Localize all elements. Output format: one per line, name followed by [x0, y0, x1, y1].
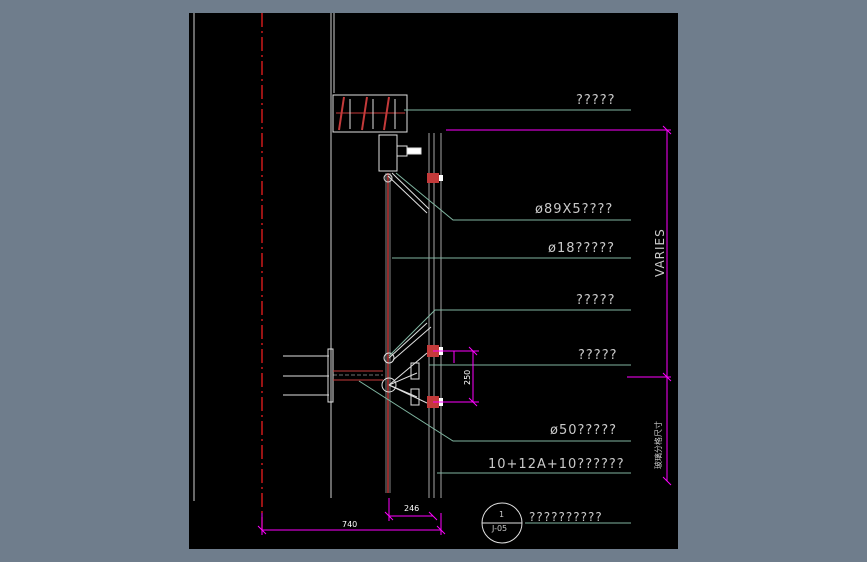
top-bracket	[378, 134, 422, 172]
dim-246: 246	[404, 504, 420, 513]
label-spider: ?????	[578, 348, 618, 363]
detail-title: ??????????	[529, 510, 603, 524]
dim-module-note: 玻璃分格尺寸	[654, 421, 663, 469]
label-tube: ø89X5????	[535, 202, 614, 217]
label-lower-tube: ø50?????	[550, 423, 617, 438]
top-beam	[332, 94, 408, 133]
label-rod: ø18?????	[548, 241, 615, 256]
dim-spider-spacing: 250	[463, 369, 472, 385]
dimension-lines	[257, 125, 672, 535]
detail-number: 1	[499, 510, 505, 519]
cad-drawing-canvas: ????? ø89X5???? ø18????? ????? ????? ø50…	[189, 13, 678, 549]
dim-740: 740	[342, 520, 358, 529]
label-glass: 10+12A+10??????	[488, 457, 625, 472]
detail-sheet: J-05	[492, 524, 508, 533]
label-top-beam: ?????	[576, 93, 616, 108]
dim-varies: VARIES	[653, 228, 667, 277]
detail-marker	[481, 502, 523, 544]
label-upper-node: ?????	[576, 293, 616, 308]
horizontal-tube	[283, 348, 383, 403]
